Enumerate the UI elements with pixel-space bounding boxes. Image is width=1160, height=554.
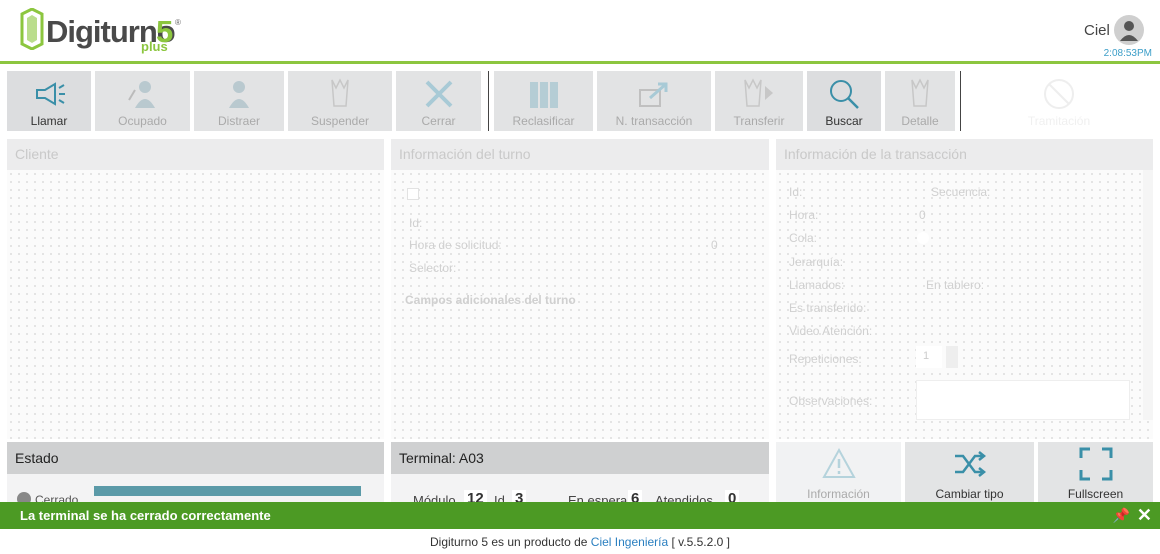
transferir-button[interactable]: Transferir <box>715 71 803 131</box>
trans-observaciones-label: Observaciones: <box>789 394 873 408</box>
llamar-label: Llamar <box>30 114 68 128</box>
estado-title: Estado <box>7 442 384 474</box>
ocupado-label: Ocupado <box>118 114 167 128</box>
folders-icon <box>529 82 558 108</box>
reclasificar-button[interactable]: Reclasificar <box>494 71 593 131</box>
toolbar-separator <box>960 71 961 131</box>
distraer-button[interactable]: Distraer <box>194 71 284 131</box>
turno-title: Información del turno <box>391 139 769 170</box>
pin-icon[interactable]: 📌 <box>1113 507 1130 524</box>
buscar-label: Buscar <box>825 114 863 128</box>
company-link[interactable]: Ciel Ingeniería <box>591 535 668 549</box>
trans-hora-value: 0 <box>919 208 926 222</box>
cliente-panel: Cliente <box>7 139 384 439</box>
terminal-box: Terminal: A03 Módulo 12 Id 3 En espera 6… <box>391 442 769 508</box>
ocupado-button[interactable]: Ocupado <box>95 71 190 131</box>
informacion-button[interactable]: Información <box>776 442 901 504</box>
turno-hora-label: Hora de solicitud: <box>409 238 502 252</box>
digiturno-logo: Digiturno 5 ® plus <box>18 8 198 56</box>
cliente-title: Cliente <box>7 139 384 170</box>
shuffle-icon <box>954 451 986 477</box>
toolbar-separator <box>488 71 489 131</box>
trans-secuencia-label: Secuencia: <box>931 185 991 199</box>
trans-video-label: Video Atención: <box>789 324 873 338</box>
close-icon[interactable]: ✕ <box>1137 505 1152 526</box>
n-transaccion-button[interactable]: N. transacción <box>597 71 711 131</box>
cliente-body <box>7 170 384 439</box>
transaccion-body: Id: Secuencia: Hora: 0 Cola: Jerarquía: … <box>776 170 1153 439</box>
turno-panel: Información del turno Id: Hora de solici… <box>391 139 769 439</box>
transfer-ticket-icon <box>744 78 773 107</box>
transferir-label: Transferir <box>733 114 785 128</box>
cambiar-tipo-label: Cambiar tipo <box>935 487 1004 501</box>
turno-id-label: Id: <box>409 216 423 230</box>
status-progress-bar <box>94 486 361 496</box>
footer: Digiturno 5 es un producto de Ciel Ingen… <box>0 530 1160 554</box>
informacion-label: Información <box>807 487 870 501</box>
cerrar-label: Cerrar <box>421 114 456 128</box>
clock: 2:08:53PM <box>1103 48 1152 59</box>
trans-hora-label: Hora: <box>789 208 819 222</box>
share-arrow-icon <box>639 82 668 107</box>
turno-body: Id: Hora de solicitud: 0 Selector: Campo… <box>391 170 769 439</box>
app-header: Digiturno 5 ® plus Ciel 2:08:53PM <box>0 0 1160 64</box>
fullscreen-icon <box>1079 447 1112 481</box>
suspender-label: Suspender <box>310 114 370 128</box>
buscar-button[interactable]: Buscar <box>807 71 881 131</box>
turno-hora-value: 0 <box>711 238 718 252</box>
user-avatar[interactable] <box>1114 15 1144 45</box>
trans-llamados-label: Llamados: <box>789 278 845 292</box>
fullscreen-button[interactable]: Fullscreen <box>1038 442 1153 504</box>
detail-ticket-icon <box>911 78 929 107</box>
terminal-title: Terminal: A03 <box>391 442 769 474</box>
trans-cola-label: Cola: <box>789 231 818 245</box>
cambiar-tipo-button[interactable]: Cambiar tipo <box>905 442 1034 504</box>
ghost-label: Tramitación <box>1027 114 1091 128</box>
fullscreen-label: Fullscreen <box>1067 487 1124 501</box>
disabled-icon <box>1044 79 1074 109</box>
toolbar: Llamar Ocupado Distraer Suspender Cerrar… <box>0 67 1160 135</box>
repeticiones-stepper[interactable] <box>946 346 958 368</box>
turno-checkbox[interactable] <box>407 188 419 200</box>
trans-id-label: Id: <box>789 185 803 199</box>
detalle-label: Detalle <box>901 114 939 128</box>
trans-cola-radio[interactable] <box>917 232 929 244</box>
disabled-ghost-button: Tramitación <box>966 71 1152 131</box>
cerrar-button[interactable]: Cerrar <box>396 71 481 131</box>
trans-jerarquia-label: Jerarquía: <box>789 255 844 269</box>
search-icon <box>830 80 859 109</box>
megaphone-icon <box>36 82 65 106</box>
estado-box: Estado Cerrado <box>7 442 384 507</box>
distraer-label: Distraer <box>217 114 260 128</box>
user-avatar-icon <box>1120 21 1138 41</box>
logo-edition: plus <box>141 39 168 54</box>
trans-tablero-label: En tablero: <box>926 278 985 292</box>
trans-transferido-label: Es transferido: <box>789 301 867 315</box>
transaccion-title: Información de la transacción <box>776 139 1153 170</box>
logo-registered-mark: ® <box>175 18 181 27</box>
llamar-button[interactable]: Llamar <box>7 71 91 131</box>
transaccion-panel: Información de la transacción Id: Secuen… <box>776 139 1153 439</box>
panel-scrollbar[interactable] <box>1143 170 1153 420</box>
repeticiones-field[interactable]: 1 <box>916 346 942 368</box>
trans-repeticiones-label: Repeticiones: <box>789 352 862 366</box>
user-name[interactable]: Ciel <box>1084 22 1110 39</box>
warning-icon <box>821 447 856 478</box>
reclasificar-label: Reclasificar <box>512 114 575 128</box>
turno-selector-label: Selector: <box>409 261 457 275</box>
n-transaccion-label: N. transacción <box>615 114 693 128</box>
notification-message: La terminal se ha cerrado correctamente <box>20 508 271 523</box>
detalle-button[interactable]: Detalle <box>885 71 955 131</box>
busy-person-icon <box>127 81 155 108</box>
suspender-button[interactable]: Suspender <box>288 71 392 131</box>
logo-mark-icon <box>20 8 44 50</box>
close-x-icon <box>425 80 452 108</box>
footer-prefix: Digiturno 5 es un producto de <box>430 535 588 549</box>
suspend-ticket-icon <box>331 78 349 107</box>
footer-version: [ v.5.5.2.0 ] <box>671 535 730 549</box>
turno-campos-label: Campos adicionales del turno <box>405 293 576 307</box>
observaciones-textarea[interactable] <box>916 380 1130 420</box>
notification-bar: La terminal se ha cerrado correctamente … <box>0 502 1160 529</box>
distract-person-icon <box>229 81 249 108</box>
